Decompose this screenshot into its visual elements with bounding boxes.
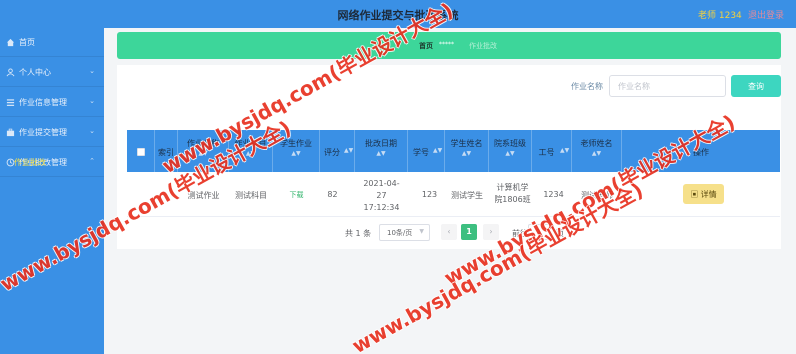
sort-icon[interactable]: ▲▼ bbox=[572, 150, 621, 157]
sort-icon[interactable]: ▲▼ bbox=[178, 150, 228, 157]
sidebar-item-label: 作业提交管理 bbox=[19, 128, 67, 137]
column-header-label: 学生姓名 bbox=[450, 139, 483, 148]
column-header-file[interactable]: 学生作业 ▲▼ bbox=[273, 130, 320, 172]
breadcrumb-home[interactable]: 首页 bbox=[419, 41, 433, 51]
cell-file: 下载 bbox=[273, 172, 320, 217]
sort-icon[interactable]: ▲▼ bbox=[344, 147, 353, 154]
column-header-index: 索引 bbox=[155, 130, 178, 172]
page-button-current[interactable]: 1 bbox=[461, 224, 477, 240]
document-icon: ▣ bbox=[690, 189, 701, 199]
select-all-cell bbox=[127, 130, 155, 172]
chevron-down-icon: ⌄ bbox=[89, 127, 95, 135]
logout-button[interactable]: 退出登录 bbox=[748, 8, 784, 21]
column-header-label: 评分 bbox=[324, 148, 340, 157]
detail-button[interactable]: ▣ 详情 bbox=[683, 184, 724, 204]
column-header-label: 学号 bbox=[413, 148, 429, 157]
column-header-subject[interactable]: 作业科目 ▲▼ bbox=[229, 130, 273, 172]
column-header-label: 作业名称 bbox=[187, 139, 219, 148]
breadcrumb-current: 作业批改 bbox=[469, 42, 497, 50]
cell-name: 测试作业 bbox=[187, 191, 220, 200]
sort-icon[interactable]: ▲▼ bbox=[433, 147, 442, 154]
chevron-up-icon: ⌃ bbox=[89, 157, 95, 165]
cell-student-no: 123 bbox=[421, 190, 438, 199]
column-header-label: 作业科目 bbox=[234, 139, 267, 148]
sidebar-item-home[interactable]: 首页 bbox=[0, 28, 104, 57]
column-header-label: 工号 bbox=[538, 148, 555, 157]
cell-subject: 测试科目 bbox=[235, 191, 267, 200]
sort-icon[interactable]: ▲▼ bbox=[489, 150, 531, 157]
chevron-down-icon: ▼ bbox=[419, 228, 424, 235]
goto-label: 前往 bbox=[512, 229, 528, 238]
cell-score: 82 bbox=[327, 190, 338, 199]
chevron-down-icon: ⌄ bbox=[89, 97, 95, 105]
pagination-total: 共 1 条 bbox=[345, 229, 372, 238]
sort-icon[interactable]: ▲▼ bbox=[560, 147, 569, 154]
column-header-student-name[interactable]: 学生姓名 ▲▼ bbox=[445, 130, 489, 172]
column-header-class[interactable]: 院系班级 ▲▼ bbox=[489, 130, 532, 172]
column-header-student-no[interactable]: 学号 ▲▼ bbox=[408, 130, 445, 172]
breadcrumb: 首页 ***** 作业批改 bbox=[117, 32, 781, 59]
sidebar-item-label: 个人中心 bbox=[19, 68, 51, 77]
column-header-name[interactable]: 作业名称 ▲▼ bbox=[178, 130, 229, 172]
column-header-label: 批改日期 bbox=[365, 139, 397, 148]
sort-icon[interactable]: ▲▼ bbox=[229, 150, 272, 157]
download-link[interactable]: 下载 bbox=[290, 191, 304, 199]
breadcrumb-separator: ***** bbox=[439, 41, 454, 48]
next-page-button[interactable]: › bbox=[483, 224, 499, 240]
column-header-score[interactable]: 评分 ▲▼ bbox=[320, 130, 355, 172]
column-header-action: 操作 bbox=[622, 130, 780, 172]
column-header-label: 操作 bbox=[693, 148, 709, 157]
cell-date: 2021-04-27 17:12:34 bbox=[363, 179, 400, 212]
search-input[interactable] bbox=[609, 75, 726, 97]
sidebar-item-profile[interactable]: 个人中心 ⌄ bbox=[0, 58, 104, 87]
prev-page-button[interactable]: ‹ bbox=[441, 224, 457, 240]
cell-teacher-no: 1234 bbox=[543, 190, 564, 199]
chevron-down-icon: ⌄ bbox=[89, 67, 95, 75]
cell-student-name: 测试学生 bbox=[451, 191, 483, 200]
sidebar-subitem-grading[interactable]: 作业批改 bbox=[14, 157, 46, 168]
sidebar-item-submission[interactable]: 作业提交管理 ⌄ bbox=[0, 118, 104, 147]
page-size-select[interactable]: 10条/页 ▼ bbox=[379, 224, 430, 241]
cell-class: 计算机学院1806班 bbox=[494, 183, 531, 204]
system-title: 网络作业提交与批改系统 bbox=[337, 9, 459, 22]
sidebar-item-label: 首页 bbox=[19, 38, 35, 47]
list-icon bbox=[6, 99, 15, 106]
sidebar: 首页 个人中心 ⌄ 作业信息管理 ⌄ 作业提交管理 ⌄ 作业批改管理 ⌃ bbox=[0, 28, 104, 354]
column-header-teacher-no[interactable]: 工号 ▲▼ bbox=[532, 130, 572, 172]
search-label: 作业名称 bbox=[571, 82, 603, 91]
column-header-label: 学生作业 bbox=[280, 139, 312, 148]
sort-icon[interactable]: ▲▼ bbox=[445, 150, 488, 157]
user-icon bbox=[6, 68, 15, 77]
table-header: 索引 作业名称 ▲▼ 作业科目 ▲▼ 学生作业 ▲▼ 评分 ▲▼ 批改日期 ▲▼… bbox=[127, 130, 780, 172]
sidebar-item-label: 作业信息管理 bbox=[19, 98, 67, 107]
column-header-label: 索引 bbox=[158, 148, 174, 157]
page-suffix: 页 bbox=[556, 229, 564, 238]
sort-icon[interactable]: ▲▼ bbox=[273, 150, 319, 157]
current-user: 老师 1234 bbox=[698, 11, 742, 21]
column-header-label: 院系班级 bbox=[494, 139, 526, 148]
goto-page-input[interactable] bbox=[528, 224, 550, 240]
sort-icon[interactable]: ▲▼ bbox=[355, 150, 407, 157]
column-header-teacher-name[interactable]: 老师姓名 ▲▼ bbox=[572, 130, 622, 172]
briefcase-icon bbox=[6, 128, 15, 137]
cell-teacher-name: 测试老师 bbox=[581, 191, 613, 200]
top-bar: 网络作业提交与批改系统 老师 1234 退出登录 bbox=[0, 0, 796, 28]
search-button[interactable]: 查询 bbox=[731, 75, 781, 97]
column-header-label: 老师姓名 bbox=[580, 139, 613, 148]
column-header-date[interactable]: 批改日期 ▲▼ bbox=[355, 130, 408, 172]
home-icon bbox=[6, 38, 15, 47]
select-all-checkbox[interactable] bbox=[137, 148, 145, 156]
sidebar-item-homework-info[interactable]: 作业信息管理 ⌄ bbox=[0, 88, 104, 117]
